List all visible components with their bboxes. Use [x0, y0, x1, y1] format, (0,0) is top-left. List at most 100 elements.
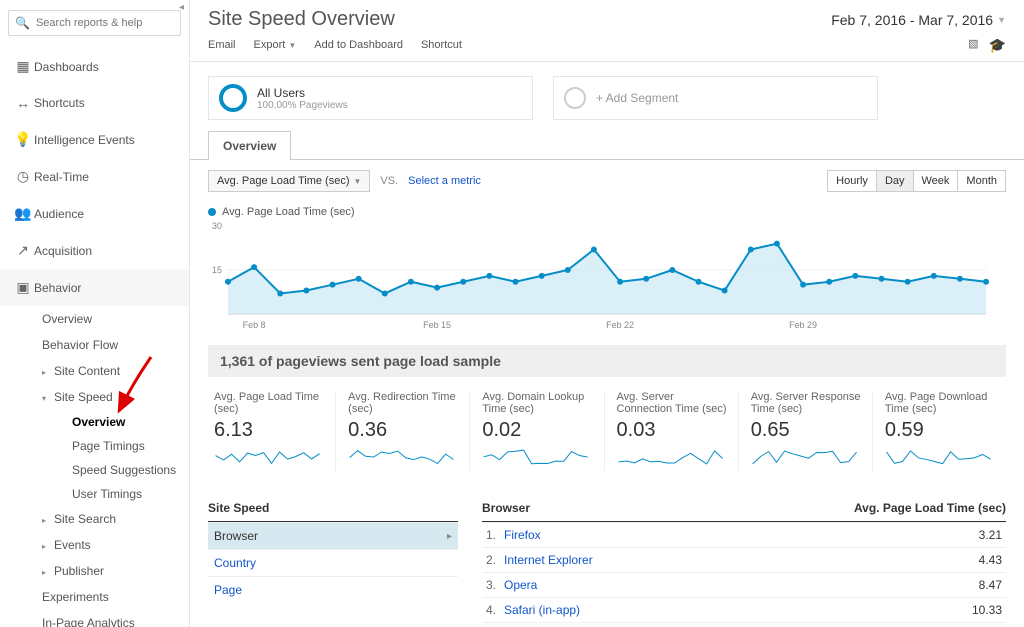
segment-all-users[interactable]: All Users 100.00% Pageviews — [208, 76, 533, 120]
segment-sub: 100.00% Pageviews — [257, 100, 348, 111]
acquisition-icon: ↗ — [12, 242, 34, 259]
metric-value: 0.59 — [885, 419, 1000, 442]
shortcut-icon: ↔ — [12, 95, 34, 111]
vs-label: VS. — [380, 175, 398, 187]
svg-text:15: 15 — [212, 265, 222, 275]
time-granularity-buttons: Hourly Day Week Month — [828, 170, 1006, 192]
audience-icon: 👥 — [12, 205, 34, 222]
table-row: 3. Opera 8.47 — [482, 572, 1006, 597]
svg-text:Feb 15: Feb 15 — [423, 320, 451, 330]
svg-text:30: 30 — [212, 222, 222, 231]
dimension-row[interactable]: Browser▸ — [208, 522, 458, 549]
leaf-overview[interactable]: Overview — [14, 410, 189, 434]
nav-shortcuts[interactable]: ↔Shortcuts — [0, 85, 189, 121]
row-rank: 4. — [486, 603, 504, 617]
chevron-down-icon: ▼ — [288, 41, 296, 50]
toolbar-add-dashboard[interactable]: Add to Dashboard — [314, 39, 403, 51]
row-link[interactable]: Internet Explorer — [504, 553, 979, 567]
row-link[interactable]: Firefox — [504, 528, 979, 542]
sub-site-speed[interactable]: Site Speed — [0, 384, 189, 410]
chevron-right-icon: ▸ — [447, 531, 452, 542]
metric-label: Avg. Page Load Time (sec) — [214, 391, 329, 415]
add-segment-button[interactable]: + Add Segment — [553, 76, 878, 120]
tab-overview[interactable]: Overview — [208, 131, 291, 160]
browser-table: Browser Avg. Page Load Time (sec) 1. Fir… — [482, 495, 1006, 627]
chevron-down-icon: ▼ — [997, 15, 1006, 25]
legend-dot-icon — [208, 208, 216, 216]
nav-realtime[interactable]: ◷Real-Time — [0, 158, 189, 195]
dimension-row[interactable]: Page — [208, 576, 458, 603]
table-row: 4. Safari (in-app) 10.33 — [482, 597, 1006, 622]
toolbar-email[interactable]: Email — [208, 39, 236, 51]
legend-label: Avg. Page Load Time (sec) — [222, 206, 354, 218]
segments-row: All Users 100.00% Pageviews + Add Segmen… — [190, 62, 1024, 134]
toolbar-shortcut[interactable]: Shortcut — [421, 39, 462, 51]
metric-card[interactable]: Avg. Server Response Time (sec) 0.65 — [745, 391, 873, 471]
row-value: 3.21 — [979, 528, 1002, 542]
select-metric-link[interactable]: Select a metric — [408, 175, 481, 187]
metric-card[interactable]: Avg. Page Load Time (sec) 6.13 — [208, 391, 336, 471]
nav-acquisition[interactable]: ↗Acquisition — [0, 232, 189, 269]
nav-intelligence[interactable]: 💡Intelligence Events — [0, 121, 189, 158]
date-range-picker[interactable]: Feb 7, 2016 - Mar 7, 2016 ▼ — [831, 12, 1006, 28]
tabs: Overview — [190, 130, 1024, 160]
site-speed-subitems: Overview Page Timings Speed Suggestions … — [0, 410, 189, 506]
nav-behavior[interactable]: ▣Behavior — [0, 269, 189, 306]
chart-legend: Avg. Page Load Time (sec) — [190, 202, 1024, 222]
nav-behavior-label: Behavior — [34, 281, 81, 295]
nav-dashboards-label: Dashboards — [34, 60, 99, 74]
nav-shortcuts-label: Shortcuts — [34, 96, 85, 110]
toolbar: Email Export ▼ Add to Dashboard Shortcut… — [190, 31, 1024, 62]
row-rank: 3. — [486, 578, 504, 592]
time-day[interactable]: Day — [876, 170, 914, 192]
toolbar-export[interactable]: Export ▼ — [254, 39, 297, 51]
table-row: 2. Internet Explorer 4.43 — [482, 547, 1006, 572]
metric-label: Avg. Page Download Time (sec) — [885, 391, 1000, 415]
time-month[interactable]: Month — [957, 170, 1006, 192]
metric-value: 0.36 — [348, 419, 463, 442]
metric-label: Avg. Server Response Time (sec) — [751, 391, 866, 415]
sidebar-collapse-button[interactable]: ◂ — [179, 2, 189, 16]
primary-metric-label: Avg. Page Load Time (sec) — [217, 175, 349, 187]
svg-text:Feb 29: Feb 29 — [789, 320, 817, 330]
sub-in-page[interactable]: In-Page Analytics — [0, 610, 189, 627]
graduation-icon[interactable]: 🎓 — [989, 37, 1006, 54]
sub-site-content[interactable]: Site Content — [0, 358, 189, 384]
row-link[interactable]: Safari (in-app) — [504, 603, 972, 617]
nav-acquisition-label: Acquisition — [34, 244, 92, 258]
header: Site Speed Overview Feb 7, 2016 - Mar 7,… — [190, 0, 1024, 31]
metric-card[interactable]: Avg. Page Download Time (sec) 0.59 — [879, 391, 1006, 471]
leaf-user-timings[interactable]: User Timings — [14, 482, 189, 506]
search-input-wrap[interactable]: 🔍 — [8, 10, 181, 36]
sub-overview[interactable]: Overview — [0, 306, 189, 332]
row-value: 4.43 — [979, 553, 1002, 567]
date-range-text: Feb 7, 2016 - Mar 7, 2016 — [831, 12, 993, 28]
sub-behavior-flow[interactable]: Behavior Flow — [0, 332, 189, 358]
chart-controls: Avg. Page Load Time (sec) ▼ VS. Select a… — [190, 160, 1024, 202]
sub-events[interactable]: Events — [0, 532, 189, 558]
row-rank: 2. — [486, 553, 504, 567]
metric-card[interactable]: Avg. Domain Lookup Time (sec) 0.02 — [476, 391, 604, 471]
add-segment-label: + Add Segment — [596, 91, 678, 105]
time-hourly[interactable]: Hourly — [827, 170, 877, 192]
sub-publisher[interactable]: Publisher — [0, 558, 189, 584]
metric-card[interactable]: Avg. Server Connection Time (sec) 0.03 — [611, 391, 739, 471]
leaf-speed-suggestions[interactable]: Speed Suggestions — [14, 458, 189, 482]
row-link[interactable]: Opera — [504, 578, 979, 592]
search-input[interactable] — [36, 17, 178, 29]
sub-experiments[interactable]: Experiments — [0, 584, 189, 610]
nav-dashboards[interactable]: ▦Dashboards — [0, 48, 189, 85]
sample-bar: 1,361 of pageviews sent page load sample — [208, 345, 1006, 377]
metric-card[interactable]: Avg. Redirection Time (sec) 0.36 — [342, 391, 470, 471]
clock-icon: ◷ — [12, 168, 34, 185]
primary-metric-button[interactable]: Avg. Page Load Time (sec) ▼ — [208, 170, 370, 192]
qr-icon[interactable]: ▧ — [968, 37, 978, 54]
nav-audience-label: Audience — [34, 207, 84, 221]
metric-label: Avg. Redirection Time (sec) — [348, 391, 463, 415]
nav-audience[interactable]: 👥Audience — [0, 195, 189, 232]
dimension-row[interactable]: Country — [208, 549, 458, 576]
sub-site-search[interactable]: Site Search — [0, 506, 189, 532]
leaf-page-timings[interactable]: Page Timings — [14, 434, 189, 458]
svg-text:Feb 22: Feb 22 — [606, 320, 634, 330]
time-week[interactable]: Week — [913, 170, 959, 192]
